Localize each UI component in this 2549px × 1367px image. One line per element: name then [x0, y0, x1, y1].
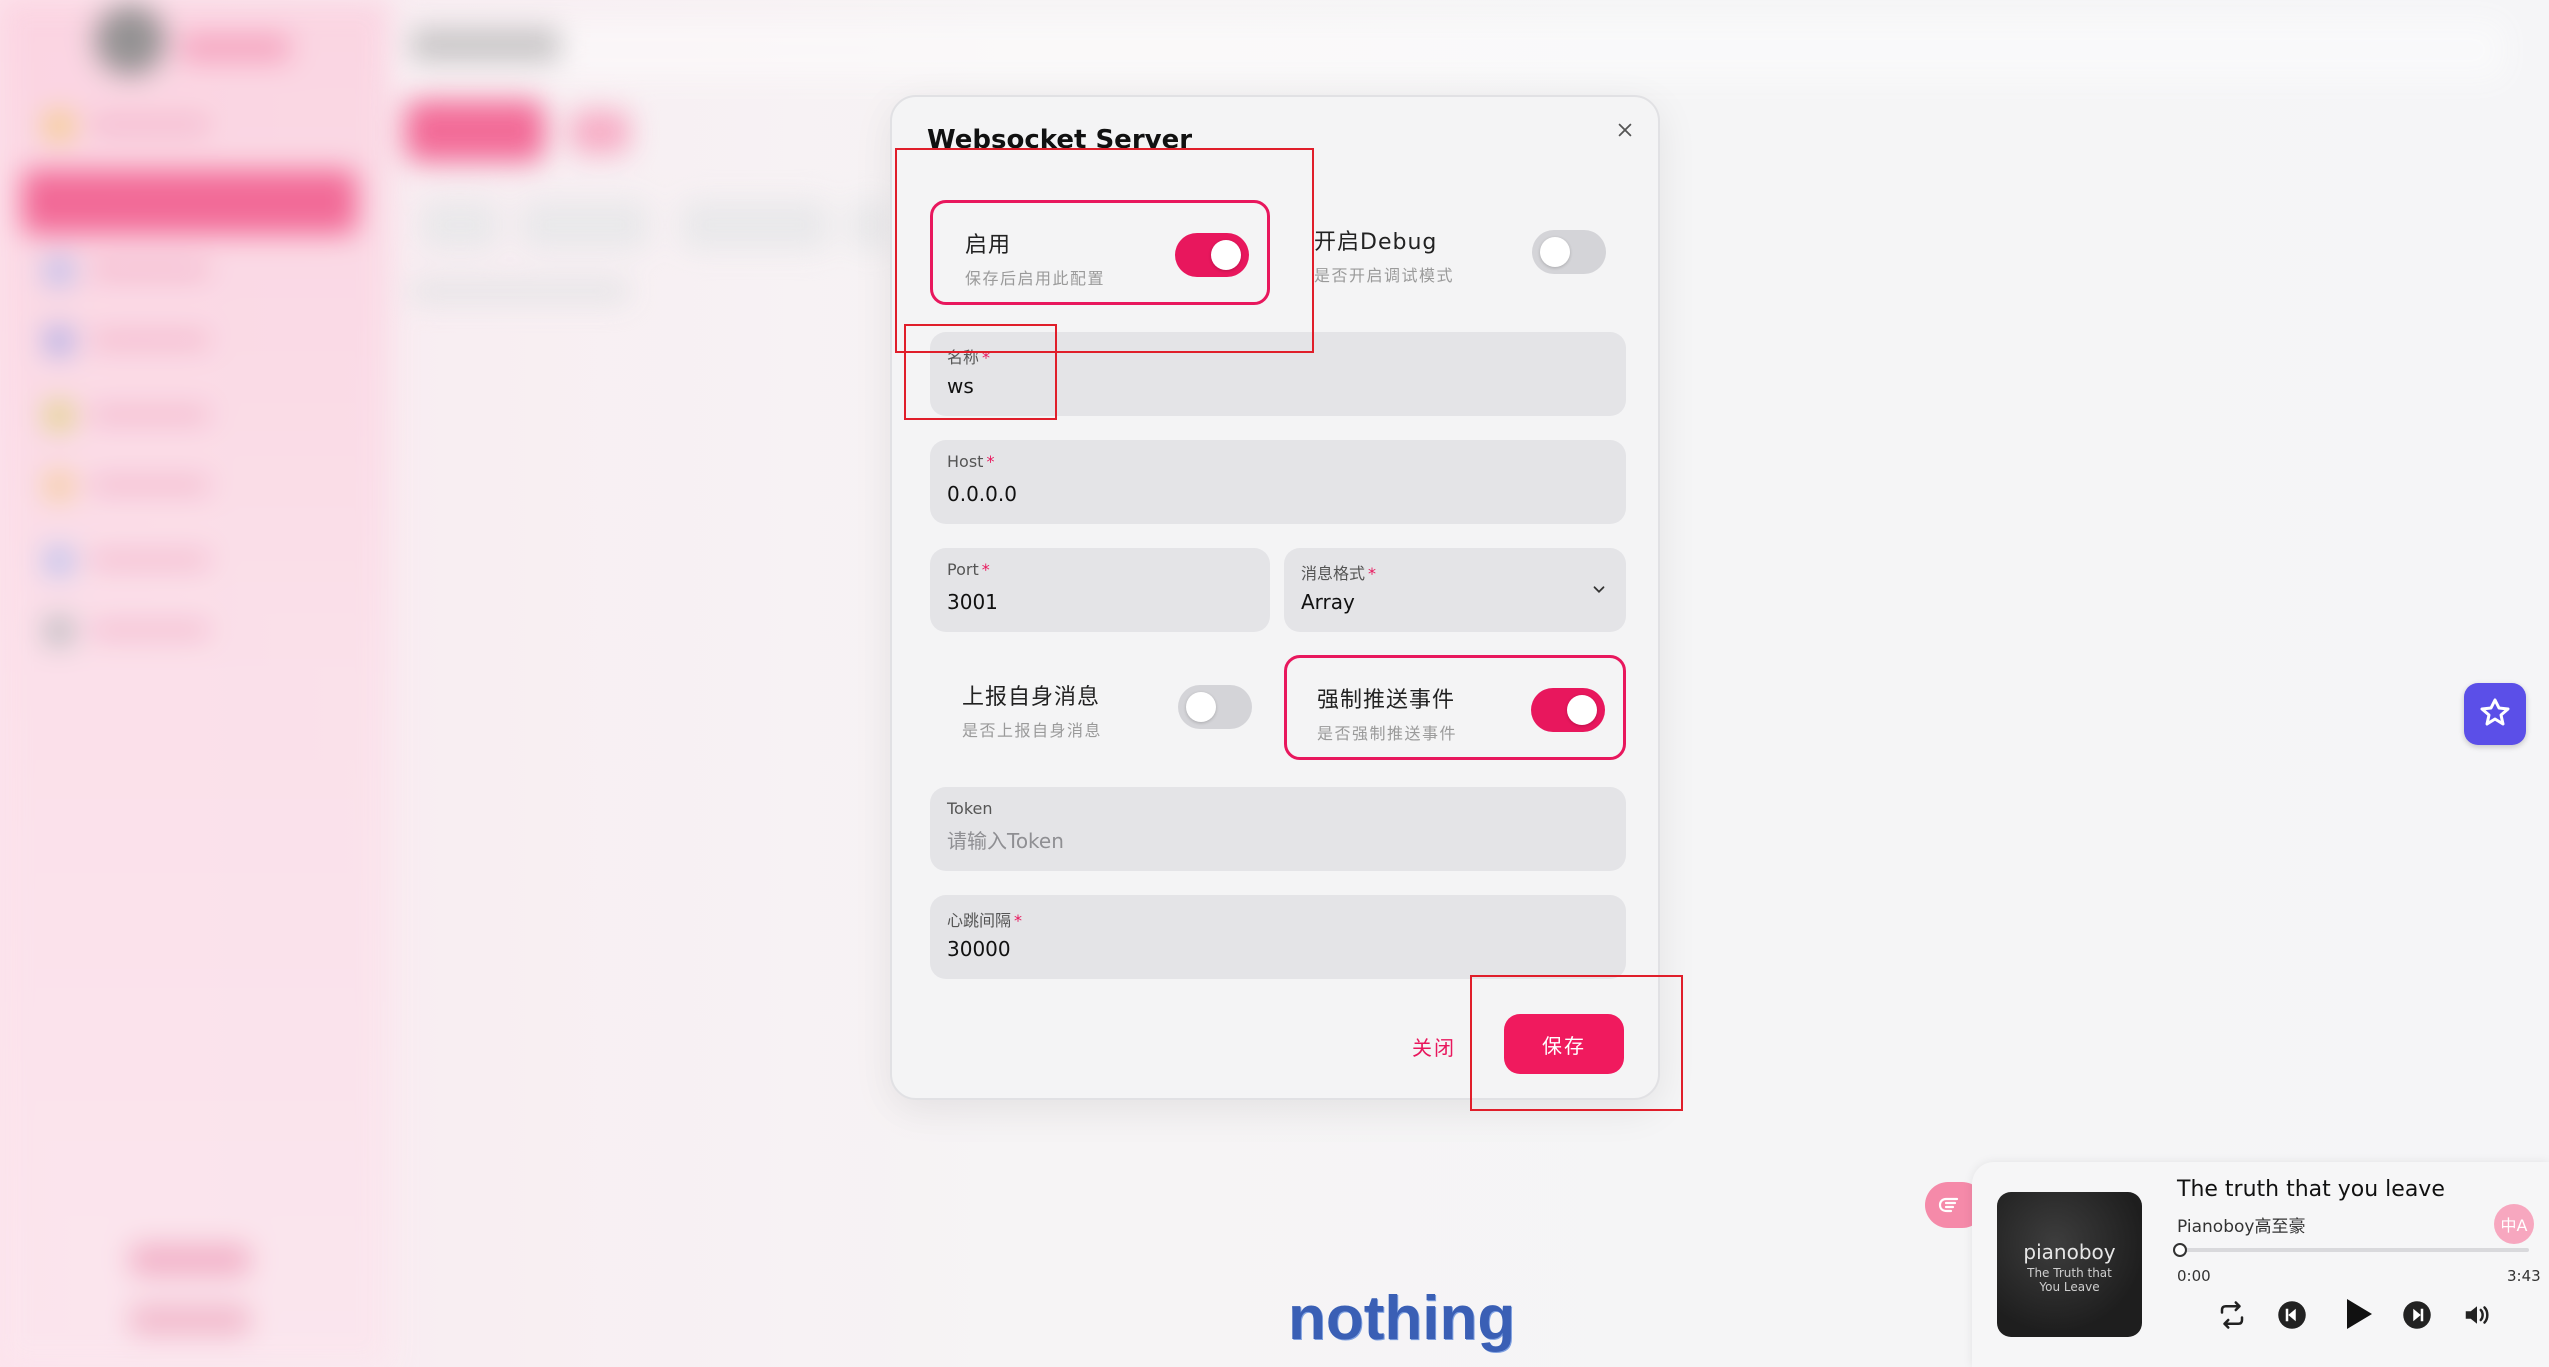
format-value: Array	[1301, 590, 1355, 614]
cover-subtitle: The Truth that You Leave	[2027, 1266, 2112, 1294]
chevron-down-icon	[1593, 586, 1605, 593]
host-input[interactable]	[947, 482, 1603, 506]
force-push-toggle-card: 强制推送事件 是否强制推送事件	[1284, 655, 1626, 760]
background-secondary-button	[570, 110, 630, 154]
sidebar-item	[40, 395, 340, 435]
sidebar-bottom-item	[130, 1305, 250, 1335]
sidebar-item	[40, 250, 340, 290]
background-add-button	[405, 100, 545, 162]
debug-label: 开启Debug	[1314, 230, 1438, 255]
report-self-label: 上报自身消息	[962, 685, 1101, 710]
enable-switch[interactable]	[1175, 233, 1249, 277]
sidebar-item	[40, 610, 340, 650]
floating-assistant-button[interactable]	[2464, 683, 2526, 745]
port-field[interactable]: Port *	[930, 548, 1270, 632]
background-chip	[680, 200, 830, 250]
name-field[interactable]: 名称 *	[930, 332, 1626, 416]
album-cover: pianoboy The Truth that You Leave	[1997, 1192, 2142, 1337]
websocket-server-dialog: Websocket Server 启用 保存后启用此配置 开启Debug 是否开…	[890, 95, 1660, 1100]
port-input[interactable]	[947, 590, 1247, 614]
format-label: 消息格式 *	[1301, 564, 1377, 583]
name-input[interactable]	[947, 374, 1603, 398]
background-chip	[420, 200, 500, 250]
host-field[interactable]: Host *	[930, 440, 1626, 524]
total-time: 3:43	[2507, 1267, 2541, 1285]
sidebar-item	[40, 320, 340, 360]
translate-icon[interactable]: 中A	[2494, 1204, 2534, 1244]
background-topbar	[395, 20, 2505, 80]
volume-icon[interactable]	[2462, 1300, 2492, 1330]
next-icon[interactable]	[2402, 1300, 2432, 1330]
background-chip	[850, 200, 890, 250]
music-player: pianoboy The Truth that You Leave The tr…	[1972, 1162, 2549, 1367]
hand-pointer-icon	[1938, 1197, 1959, 1213]
port-label: Port *	[947, 560, 990, 579]
force-push-switch[interactable]	[1531, 688, 1605, 732]
progress-thumb[interactable]	[2173, 1243, 2187, 1257]
sidebar-item	[40, 465, 340, 505]
debug-switch[interactable]	[1532, 230, 1606, 274]
previous-icon[interactable]	[2277, 1300, 2307, 1330]
sparkle-icon	[2480, 698, 2510, 726]
play-icon[interactable]	[2337, 1294, 2377, 1334]
report-self-switch[interactable]	[1178, 685, 1252, 729]
avatar	[95, 5, 165, 75]
background-chip	[520, 200, 650, 250]
background-title	[410, 28, 560, 62]
enable-toggle-card: 启用 保存后启用此配置	[930, 200, 1270, 305]
cover-title: pianoboy	[2023, 1240, 2116, 1264]
background-sidebar	[0, 0, 390, 1367]
heartbeat-field[interactable]: 心跳间隔 *	[930, 895, 1626, 979]
save-button[interactable]: 保存	[1504, 1014, 1624, 1074]
sidebar-bottom-item	[130, 1245, 250, 1275]
sidebar-item	[40, 540, 340, 580]
repeat-icon[interactable]	[2217, 1300, 2247, 1330]
song-title: The truth that you leave	[2177, 1177, 2445, 1202]
enable-desc: 保存后启用此配置	[965, 269, 1106, 288]
force-push-label: 强制推送事件	[1317, 688, 1456, 713]
heartbeat-input[interactable]	[947, 937, 1603, 961]
close-icon[interactable]	[1610, 115, 1640, 145]
host-label: Host *	[947, 452, 995, 471]
brand-logo	[180, 35, 290, 61]
debug-desc: 是否开启调试模式	[1314, 266, 1455, 285]
background-text-line	[410, 280, 630, 302]
caption-text: nothing	[1288, 1284, 1516, 1353]
token-input[interactable]	[947, 829, 1603, 853]
dialog-title: Websocket Server	[927, 125, 1193, 155]
close-button[interactable]: 关闭	[1412, 1032, 1456, 1061]
token-label: Token	[947, 799, 993, 818]
enable-label: 启用	[965, 233, 1012, 258]
song-artist: Pianoboy高至豪	[2177, 1217, 2306, 1237]
heartbeat-label: 心跳间隔 *	[947, 911, 1023, 930]
force-push-desc: 是否强制推送事件	[1317, 724, 1458, 743]
debug-toggle-card: 开启Debug 是否开启调试模式	[1284, 200, 1624, 305]
sidebar-item-active	[22, 170, 357, 234]
sidebar-item	[40, 105, 340, 145]
message-format-select[interactable]: 消息格式 * Array	[1284, 548, 1626, 632]
name-label: 名称 *	[947, 348, 991, 367]
report-self-desc: 是否上报自身消息	[962, 721, 1103, 740]
token-field[interactable]: Token	[930, 787, 1626, 871]
current-time: 0:00	[2177, 1267, 2211, 1285]
report-self-toggle-card: 上报自身消息 是否上报自身消息	[930, 655, 1270, 760]
progress-bar[interactable]	[2173, 1243, 2529, 1257]
